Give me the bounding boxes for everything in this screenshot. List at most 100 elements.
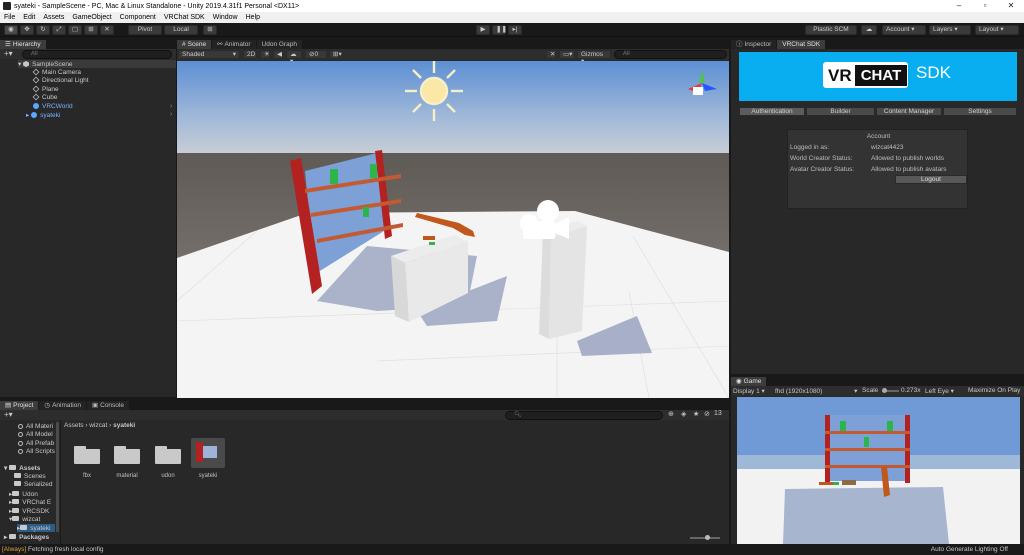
hierarchy-item-syateki[interactable]: ▸ syateki	[26, 111, 60, 119]
transform-tool-icon[interactable]: ⊞	[84, 25, 98, 35]
hierarchy-search-input[interactable]: All	[22, 50, 172, 59]
layout-dropdown[interactable]: Layout ▾	[975, 25, 1019, 35]
tab-scene[interactable]: # Scene	[177, 40, 212, 49]
resolution-dropdown[interactable]: fhd (1920x1080) ▾	[775, 387, 857, 395]
effects-icon[interactable]: ☁▾	[286, 50, 302, 65]
layers-dropdown[interactable]: Layers ▾	[929, 25, 971, 35]
rect-tool-icon[interactable]: ▢	[68, 25, 82, 35]
label-filter-icon[interactable]: ◈	[681, 410, 686, 418]
tree-scrollbar[interactable]	[56, 422, 59, 532]
hand-tool-icon[interactable]: ◉	[4, 25, 18, 35]
tab-hierarchy[interactable]: ☰ Hierarchy	[0, 40, 46, 49]
eye-dropdown[interactable]: Left Eye ▾	[925, 387, 954, 395]
breadcrumb-assets[interactable]: Assets	[64, 422, 84, 429]
hierarchy-item-main-camera[interactable]: Main Camera	[32, 68, 81, 76]
scene-viewport[interactable]	[177, 61, 729, 398]
local-toggle[interactable]: Local	[164, 25, 198, 35]
folder-material[interactable]	[114, 444, 140, 464]
tree-wizcat[interactable]: ▾ wizcat	[9, 515, 40, 523]
2d-toggle[interactable]: 2D	[243, 50, 257, 59]
chevron-right-icon[interactable]: ›	[170, 111, 172, 118]
filter-icon[interactable]: ⊕	[668, 410, 674, 418]
plastic-scm-button[interactable]: Plastic SCM	[805, 25, 857, 35]
hierarchy-item-directional-light[interactable]: Directional Light	[32, 76, 89, 84]
hierarchy-item-plane[interactable]: Plane	[32, 85, 59, 93]
project-search-input[interactable]: 🔍︎	[505, 411, 663, 420]
favorite-all-scripts[interactable]: All Scripts	[18, 448, 55, 455]
rotate-tool-icon[interactable]: ↻	[36, 25, 50, 35]
breadcrumb-wizcat[interactable]: wizcat	[89, 422, 107, 429]
tree-udon[interactable]: ▸ Udon	[9, 490, 38, 498]
tab-animator[interactable]: ⚯ Animator	[212, 40, 256, 49]
custom-tool-icon[interactable]: ✕	[100, 25, 114, 35]
prefab-syateki[interactable]	[191, 438, 225, 468]
play-button[interactable]: ▶	[476, 25, 490, 35]
breadcrumb-syateki[interactable]: syateki	[113, 422, 135, 429]
scale-slider-thumb[interactable]	[882, 388, 887, 393]
scene-search-input[interactable]: All	[614, 50, 727, 59]
tab-udon-graph[interactable]: Udon Graph	[256, 40, 302, 49]
shading-dropdown[interactable]: Shaded ▾	[178, 50, 240, 59]
menu-gameobject[interactable]: GameObject	[68, 14, 115, 21]
cloud-icon[interactable]: ☁	[861, 25, 877, 35]
menu-window[interactable]: Window	[209, 14, 242, 21]
maximize-icon[interactable]: ▫	[972, 0, 998, 12]
tab-console[interactable]: ▣ Console	[86, 401, 129, 410]
grid-icon[interactable]: ⊞▾	[329, 50, 342, 59]
minimize-icon[interactable]: –	[946, 0, 972, 12]
tab-builder[interactable]: Builder	[806, 107, 875, 116]
menu-assets[interactable]: Assets	[39, 14, 68, 21]
tree-syateki[interactable]: ▸ syateki	[17, 524, 55, 532]
tree-vrchat-examples[interactable]: ▸ VRChat E	[9, 498, 51, 506]
tab-settings[interactable]: Settings	[943, 107, 1017, 116]
display-dropdown[interactable]: Display 1 ▾	[733, 387, 765, 395]
maximize-on-play-toggle[interactable]: Maximize On Play	[968, 387, 1020, 394]
hierarchy-item-cube[interactable]: Cube	[32, 93, 58, 101]
tree-vrcsdk[interactable]: ▸ VRCSDK	[9, 507, 49, 515]
folder-fbx[interactable]	[74, 444, 100, 464]
icon-size-thumb[interactable]	[705, 535, 710, 540]
tab-project[interactable]: ▤ Project	[0, 401, 39, 410]
tree-assets[interactable]: ▾ Assets	[4, 464, 40, 472]
menu-edit[interactable]: Edit	[19, 14, 39, 21]
hidden-packages-icon[interactable]: ⊘	[704, 410, 710, 418]
tools-icon[interactable]: ✕	[546, 50, 556, 59]
create-icon[interactable]: +▾	[4, 410, 13, 419]
menu-file[interactable]: File	[0, 14, 19, 21]
favorite-all-models[interactable]: All Model	[18, 431, 53, 438]
tab-vrchat-sdk[interactable]: VRChat SDK	[777, 40, 826, 49]
add-icon[interactable]: +▾	[4, 49, 13, 58]
gizmos-dropdown[interactable]: Gizmos ▾	[577, 50, 611, 65]
hidden-objects-toggle[interactable]: ⊘0	[305, 50, 327, 59]
logout-button[interactable]: Logout	[895, 175, 967, 184]
tab-animation[interactable]: ◷ Animation	[39, 401, 86, 410]
tree-serialized[interactable]: Serialized	[14, 481, 53, 488]
menu-component[interactable]: Component	[116, 14, 160, 21]
tree-scenes[interactable]: Scenes	[14, 473, 46, 480]
tab-content-manager[interactable]: Content Manager	[876, 107, 942, 116]
tab-game[interactable]: ◉ Game	[731, 377, 767, 386]
chevron-right-icon[interactable]: ›	[170, 103, 172, 110]
account-dropdown[interactable]: Account ▾	[882, 25, 926, 35]
pivot-toggle[interactable]: Pivot	[128, 25, 162, 35]
folder-udon[interactable]	[155, 444, 181, 464]
tree-packages[interactable]: ▸ Packages	[4, 533, 49, 541]
audio-icon[interactable]: ◀	[273, 50, 283, 59]
menu-vrchat-sdk[interactable]: VRChat SDK	[160, 14, 209, 21]
hierarchy-scene-row[interactable]: ▾ SampleScene	[18, 60, 176, 68]
grid-snap-icon[interactable]: ⊞	[203, 25, 217, 35]
game-viewport[interactable]	[737, 397, 1020, 544]
star-icon[interactable]: ★	[693, 410, 699, 418]
hierarchy-item-vrcworld[interactable]: VRCWorld	[33, 103, 73, 110]
lighting-icon[interactable]: ☀	[260, 50, 270, 59]
tab-inspector[interactable]: ⓘ Inspector	[731, 40, 777, 49]
tab-authentication[interactable]: Authentication	[739, 107, 805, 116]
move-tool-icon[interactable]: ✥	[20, 25, 34, 35]
step-button[interactable]: ▸|	[508, 25, 522, 35]
close-icon[interactable]: ✕	[998, 0, 1024, 12]
scale-tool-icon[interactable]: ⤢	[52, 25, 66, 35]
favorite-all-prefabs[interactable]: All Prefab	[18, 440, 54, 447]
favorite-all-materials[interactable]: All Materi	[18, 423, 53, 430]
camera-icon[interactable]: ▭▾	[559, 50, 575, 59]
pause-button[interactable]: ❚❚	[492, 25, 507, 35]
